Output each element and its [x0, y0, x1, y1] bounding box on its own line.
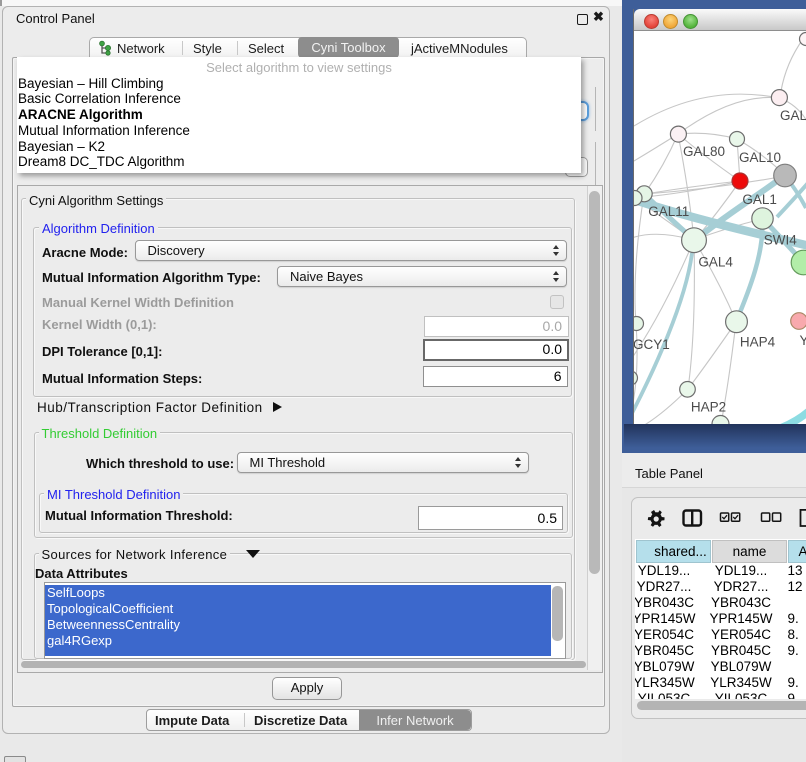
svg-text:GCY1: GCY1 — [634, 337, 670, 352]
svg-text:GAL11: GAL11 — [648, 204, 689, 219]
svg-text:GAL1: GAL1 — [742, 192, 777, 207]
svg-text:GAL80: GAL80 — [683, 144, 725, 159]
svg-text:YJ: YJ — [800, 333, 806, 348]
svg-text:HAP4: HAP4 — [740, 335, 776, 350]
svg-text:GAL7: GAL7 — [780, 108, 806, 123]
svg-text:GAL4: GAL4 — [698, 255, 733, 270]
svg-text:SWI4: SWI4 — [764, 233, 797, 248]
svg-text:GAL10: GAL10 — [739, 150, 781, 165]
svg-text:HAP2: HAP2 — [691, 400, 726, 415]
